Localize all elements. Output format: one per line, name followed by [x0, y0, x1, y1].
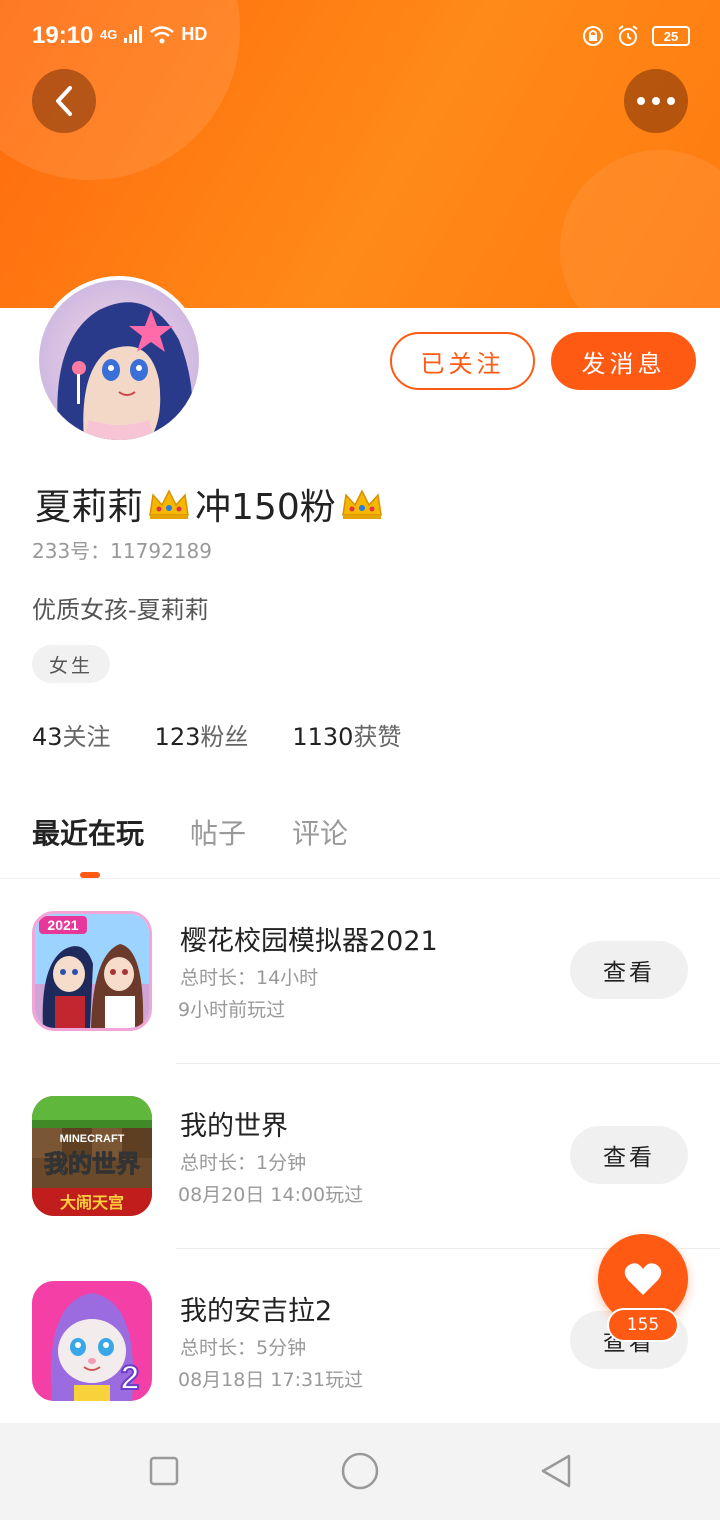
alarm-icon: [618, 25, 638, 46]
lock-rotation-icon: [583, 26, 603, 46]
status-right: 25: [582, 24, 690, 48]
signal-icons: 4G HD: [100, 24, 207, 45]
avatar[interactable]: [35, 276, 203, 444]
tab-comments[interactable]: 评论: [292, 812, 348, 852]
game-icon-minecraft: MINECRAFT 我的世界 大闹天宫: [32, 1096, 152, 1216]
row-divider: [176, 1063, 720, 1064]
signal-icon: [124, 25, 143, 43]
game-last-played: 08月18日 17:31玩过: [178, 1369, 364, 1391]
game-duration: 总时长：5分钟: [180, 1337, 307, 1359]
network-type: 4G: [100, 27, 118, 42]
view-button[interactable]: 查看: [570, 1126, 688, 1184]
send-message-button[interactable]: 发消息: [551, 332, 696, 390]
game-icon-angela: 2: [32, 1281, 152, 1401]
user-id: 233号：11792189: [32, 539, 212, 563]
game-last-played: 9小时前玩过: [178, 999, 286, 1021]
status-time: 19:10: [32, 22, 94, 49]
more-button[interactable]: [624, 69, 688, 133]
more-dots-icon: [637, 97, 675, 105]
home-button[interactable]: [340, 1451, 380, 1491]
game-title: 我的安吉拉2: [180, 1296, 333, 1327]
heart-icon: [624, 1263, 662, 1295]
following-button[interactable]: 已关注: [390, 332, 535, 390]
wifi-icon: [150, 25, 175, 43]
triangle-back-icon: [541, 1454, 571, 1488]
view-button[interactable]: 查看: [570, 941, 688, 999]
avatar-image: [39, 280, 199, 440]
game-duration: 总时长：14小时: [180, 967, 319, 989]
game-last-played: 08月20日 14:00玩过: [178, 1184, 364, 1206]
game-title: 我的世界: [180, 1111, 288, 1142]
square-icon: [149, 1456, 179, 1486]
stat-likes[interactable]: 1130获赞: [292, 717, 401, 752]
recents-button[interactable]: [144, 1451, 184, 1491]
profile-stats: 43关注 123粉丝 1130获赞: [32, 717, 401, 752]
gender-tag: 女生: [32, 645, 110, 683]
tab-recently-played[interactable]: 最近在玩: [32, 812, 144, 852]
tab-divider: [0, 878, 720, 879]
battery-indicator: 25: [652, 26, 690, 46]
crown-icon: [341, 489, 382, 519]
game-duration: 总时长：1分钟: [180, 1152, 307, 1174]
nav-back-button[interactable]: [536, 1451, 576, 1491]
list-item[interactable]: 2021 樱花校园模拟器2021 总时长：14小时 9小时前玩过 查看: [0, 911, 720, 1096]
stat-following[interactable]: 43关注: [32, 717, 111, 752]
hd-badge: HD: [181, 24, 208, 44]
minecraft-logo-cn: 我的世界: [44, 1150, 140, 1178]
chevron-left-icon: [56, 86, 72, 116]
profile-name-suffix: 冲150粉: [195, 487, 336, 528]
minecraft-logo-text: MINECRAFT: [60, 1133, 125, 1145]
user-bio: 优质女孩-夏莉莉: [32, 596, 209, 624]
game-title: 樱花校园模拟器2021: [180, 926, 438, 957]
profile-name-text: 夏莉莉: [35, 487, 144, 528]
tab-posts[interactable]: 帖子: [190, 812, 246, 852]
system-nav-bar: [0, 1423, 720, 1520]
stat-fans[interactable]: 123粉丝: [155, 717, 249, 752]
profile-tabs: 最近在玩 帖子 评论: [32, 812, 348, 852]
profile-name: 夏莉莉 冲150粉: [35, 478, 384, 530]
status-bar: 19:10 4G HD 25: [0, 0, 720, 72]
game-icon-sakura: 2021: [32, 911, 152, 1031]
sequel-badge: 2: [121, 1359, 140, 1397]
svg-text:2021: 2021: [47, 917, 78, 933]
circle-icon: [341, 1452, 379, 1490]
crown-icon: [149, 489, 189, 519]
like-count-badge: 155: [607, 1308, 679, 1342]
back-button[interactable]: [32, 69, 96, 133]
minecraft-subtitle: 大闹天宫: [60, 1193, 124, 1212]
